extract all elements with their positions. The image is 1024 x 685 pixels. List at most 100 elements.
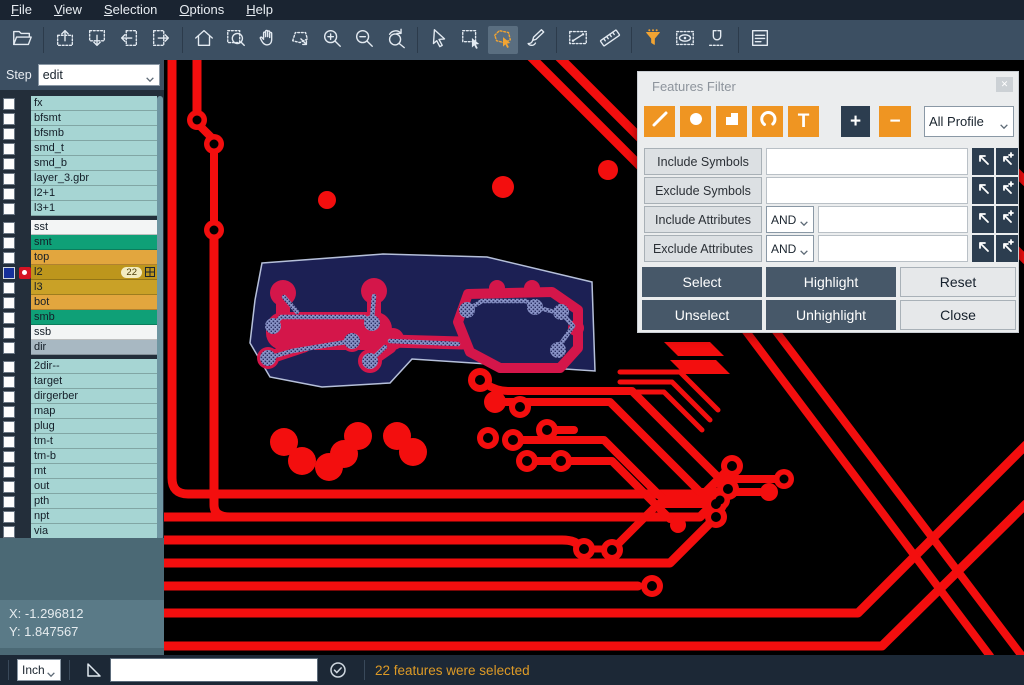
filter-text-button[interactable]: T — [788, 106, 819, 137]
include-symbols-pick-add-button[interactable] — [996, 148, 1018, 175]
layer-row-l2+1[interactable]: l2+1 — [0, 186, 157, 201]
layer-list-scrollbar[interactable] — [157, 96, 163, 540]
layer-visibility-checkbox[interactable] — [3, 466, 15, 478]
layer-visibility-checkbox[interactable] — [3, 376, 15, 388]
layer-row-l3+1[interactable]: l3+1 — [0, 201, 157, 216]
command-input[interactable] — [110, 658, 318, 682]
layer-row-smb[interactable]: smb — [0, 310, 157, 325]
layer-visibility-checkbox[interactable] — [3, 511, 15, 523]
layer-row-bfsmb[interactable]: bfsmb — [0, 126, 157, 141]
measure-distance-button[interactable] — [563, 26, 593, 54]
pan-hand-button[interactable] — [253, 26, 283, 54]
layer-visibility-checkbox[interactable] — [3, 98, 15, 110]
layer-visibility-checkbox[interactable] — [3, 188, 15, 200]
layer-label[interactable]: smd_b — [31, 156, 157, 171]
unselect-button[interactable]: Unselect — [642, 300, 762, 330]
close-button[interactable]: Close — [900, 300, 1016, 330]
layer-row-tm-t[interactable]: tm-t — [0, 434, 157, 449]
zoom-previous-button[interactable] — [381, 26, 411, 54]
layer-visibility-checkbox[interactable] — [3, 391, 15, 403]
select-polygon-button[interactable] — [488, 26, 518, 54]
exclude-symbols-button[interactable]: Exclude Symbols — [644, 177, 762, 204]
layer-visibility-checkbox[interactable] — [3, 173, 15, 185]
layer-label[interactable]: sst — [31, 220, 157, 235]
layer-label[interactable]: ssb — [31, 325, 157, 340]
layer-row-dir[interactable]: dir — [0, 340, 157, 355]
exclude-attributes-field[interactable] — [818, 235, 968, 262]
filter-line-button[interactable] — [644, 106, 675, 137]
include-attributes-pick-button[interactable] — [972, 206, 994, 233]
snap-angle-icon[interactable] — [84, 660, 104, 680]
layer-label[interactable]: pth — [31, 494, 157, 509]
layer-row-sst[interactable]: sst — [0, 220, 157, 235]
layer-row-smd_t[interactable]: smd_t — [0, 141, 157, 156]
filter-negative-button[interactable]: − — [879, 106, 911, 137]
units-select[interactable]: Inch — [17, 659, 61, 681]
layer-label[interactable]: npt — [31, 509, 157, 524]
highlight-button[interactable]: Highlight — [766, 267, 896, 297]
layer-label[interactable]: bot — [31, 295, 157, 310]
layer-visibility-checkbox[interactable] — [3, 222, 15, 234]
include-symbols-button[interactable]: Include Symbols — [644, 148, 762, 175]
layer-label[interactable]: l222 — [31, 265, 157, 280]
layer-label[interactable]: plug — [31, 419, 157, 434]
profile-select[interactable]: All Profile — [924, 106, 1014, 137]
zoom-in-button[interactable] — [317, 26, 347, 54]
layer-visibility-checkbox[interactable] — [3, 327, 15, 339]
layer-visibility-checkbox[interactable] — [3, 237, 15, 249]
layer-visibility-checkbox[interactable] — [3, 526, 15, 538]
layer-label[interactable]: tm-t — [31, 434, 157, 449]
layer-row-fx[interactable]: fx — [0, 96, 157, 111]
exclude-attributes-button[interactable]: Exclude Attributes — [644, 235, 762, 262]
layer-label[interactable]: smb — [31, 310, 157, 325]
filter-surface-button[interactable] — [716, 106, 747, 137]
layer-row-tm-b[interactable]: tm-b — [0, 449, 157, 464]
layer-row-map[interactable]: map — [0, 404, 157, 419]
include-attributes-field[interactable] — [818, 206, 968, 233]
include-symbols-field[interactable] — [766, 148, 968, 175]
layer-row-ssb[interactable]: ssb — [0, 325, 157, 340]
layer-label[interactable]: out — [31, 479, 157, 494]
layer-visibility-checkbox[interactable] — [3, 128, 15, 140]
layer-label[interactable]: 2dir-- — [31, 359, 157, 374]
features-filter-button[interactable] — [638, 26, 668, 54]
layer-visibility-checkbox[interactable] — [3, 267, 15, 279]
layer-label[interactable]: layer_3.gbr — [31, 171, 157, 186]
reset-button[interactable]: Reset — [900, 267, 1016, 297]
layer-visibility-checkbox[interactable] — [3, 282, 15, 294]
layer-visibility-checkbox[interactable] — [3, 496, 15, 508]
layer-label[interactable]: top — [31, 250, 157, 265]
layer-row-bot[interactable]: bot — [0, 295, 157, 310]
filter-arc-button[interactable] — [752, 106, 783, 137]
include-symbols-pick-button[interactable] — [972, 148, 994, 175]
layer-row-bfsmt[interactable]: bfsmt — [0, 111, 157, 126]
layer-row-layer_3.gbr[interactable]: layer_3.gbr — [0, 171, 157, 186]
select-frame-button[interactable] — [456, 26, 486, 54]
layer-label[interactable]: mt — [31, 464, 157, 479]
ruler-button[interactable] — [595, 26, 625, 54]
layer-visibility-checkbox[interactable] — [3, 113, 15, 125]
view-right-button[interactable] — [146, 26, 176, 54]
layer-visibility-checkbox[interactable] — [3, 252, 15, 264]
layer-visibility-checkbox[interactable] — [3, 481, 15, 493]
layer-row-top[interactable]: top — [0, 250, 157, 265]
layer-visibility-checkbox[interactable] — [3, 297, 15, 309]
sync-status-icon[interactable] — [328, 660, 348, 680]
view-down-button[interactable] — [82, 26, 112, 54]
home-view-button[interactable] — [189, 26, 219, 54]
exclude-symbols-pick-button[interactable] — [972, 177, 994, 204]
layer-label[interactable]: target — [31, 374, 157, 389]
layer-label[interactable]: via — [31, 524, 157, 539]
layer-visibility-checkbox[interactable] — [3, 342, 15, 354]
layer-row-plug[interactable]: plug — [0, 419, 157, 434]
layer-row-via[interactable]: via — [0, 524, 157, 539]
layer-visibility-checkbox[interactable] — [3, 312, 15, 324]
menu-view[interactable]: View — [43, 0, 93, 20]
layers-panel-button[interactable] — [745, 26, 775, 54]
exclude-symbols-field[interactable] — [766, 177, 968, 204]
layer-row-l3[interactable]: l3 — [0, 280, 157, 295]
menu-help[interactable]: Help — [235, 0, 284, 20]
layer-row-l2[interactable]: l222 — [0, 265, 157, 280]
layer-row-2dir--[interactable]: 2dir-- — [0, 359, 157, 374]
layer-label[interactable]: dirgerber — [31, 389, 157, 404]
